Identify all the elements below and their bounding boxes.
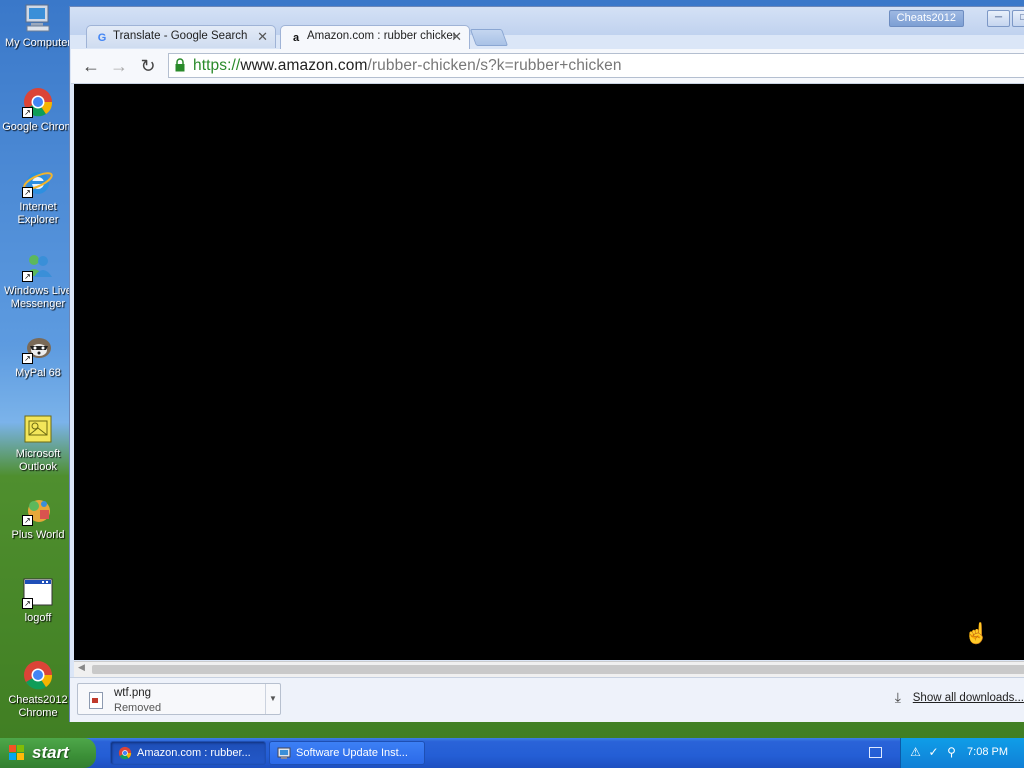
start-label: start [32,743,69,762]
outlook-icon [22,413,54,445]
desktop-icon-microsoft-outlook[interactable]: Microsoft Outlook [0,413,76,474]
installer-icon [277,747,291,759]
network-icon[interactable]: ⚠ [909,746,922,759]
forward-button[interactable]: → [108,55,130,77]
desktop-icon-label: MyPal 68 [15,367,61,379]
my-computer-icon [22,2,54,34]
tab-title: Translate - Google Search [113,30,248,42]
taskbar-button-amazon[interactable]: Amazon.com : rubber... [110,741,266,765]
plus-world-icon: ↗ [22,494,54,526]
close-tab-icon[interactable]: ✕ [257,29,268,45]
taskbar-button-label: Software Update Inst... [296,747,408,759]
google-icon: G [97,32,107,44]
shortcut-arrow-icon: ↗ [22,107,33,118]
reload-icon: ↻ [140,56,156,76]
amazon-icon: a [292,32,300,44]
download-icon: ⤓ [894,689,901,705]
desktop-icon-plus-world[interactable]: ↗ Plus World [0,494,76,542]
download-filename: wtf.png [114,687,152,699]
maximize-button[interactable]: □ [1012,10,1024,27]
chrome-icon [118,746,132,760]
minimize-icon: ─ [994,12,1003,23]
shortcut-arrow-icon: ↗ [22,271,33,282]
desktop-icon-my-computer[interactable]: My Computer [0,2,76,50]
desktop-icon-label: My Computer [4,37,72,49]
desktop-icon-windows-live-messenger[interactable]: ↗ Windows Live Messenger [0,250,76,311]
shortcut-arrow-icon: ↗ [22,598,33,609]
desktop-icon-mypal[interactable]: ↗ MyPal 68 [0,332,76,380]
maximize-icon: □ [1020,12,1024,23]
url-host: www.amazon.com [240,57,368,74]
tab-title: Amazon.com : rubber chicken [307,30,455,42]
internet-explorer-icon: ↗ [22,166,54,198]
image-file-icon [89,692,103,709]
desktop-icon-label: Cheats2012 Chrome [8,694,68,719]
download-item[interactable]: wtf.png Removed ▼ [77,683,281,715]
address-bar[interactable]: https://www.amazon.com/rubber-chicken/s?… [168,53,1024,78]
forward-arrow-icon: → [110,56,128,76]
shortcut-arrow-icon: ↗ [22,187,33,198]
lock-icon [175,58,185,72]
download-status: Removed [114,702,162,714]
desktop-icon-label: Windows Live Messenger [4,285,72,310]
desktop-icon-internet-explorer[interactable]: ↗ Internet Explorer [0,166,76,227]
desktop-icon-label: Internet Explorer [17,201,59,226]
download-menu-chevron-icon[interactable]: ▼ [265,684,280,714]
taskbar: start Amazon.com : rubber... Software Up… [0,738,1024,768]
close-tab-icon[interactable]: ✕ [451,29,462,45]
search-icon[interactable]: ⚲ [945,746,958,759]
url-path: /rubber-chicken/s?k=rubber+chicken [367,57,622,74]
back-arrow-icon: ← [82,56,100,76]
browser-toolbar: ← → ↻ https://www.amazon.com/rubber-chic… [71,49,1024,84]
desktop-icon-cheats2012-chrome[interactable]: Cheats2012 Chrome [0,659,76,720]
messenger-icon: ↗ [22,250,54,282]
url-scheme: https:// [193,57,241,74]
shortcut-arrow-icon: ↗ [22,353,33,364]
taskbar-button-software-update[interactable]: Software Update Inst... [269,741,425,765]
horizontal-scrollbar[interactable]: ◀ [74,661,1024,677]
scrollbar-thumb[interactable] [92,665,1024,674]
reload-button[interactable]: ↻ [137,55,159,77]
start-button[interactable]: start [0,738,96,768]
logoff-icon: ↗ [22,577,54,609]
hand-cursor-icon: ☝ [964,623,989,645]
chrome-icon [22,659,54,691]
keyboard-icon[interactable] [869,747,882,758]
url-text: https://www.amazon.com/rubber-chicken/s?… [193,57,622,75]
minimize-button[interactable]: ─ [987,10,1010,27]
scroll-left-icon[interactable]: ◀ [78,662,85,673]
desktop-icon-google-chrome[interactable]: ↗ Google Chrom [0,86,76,134]
desktop-icon-logoff[interactable]: ↗ logoff [0,577,76,625]
page-content[interactable]: ☝ [74,84,1024,660]
security-shield-icon[interactable]: ✓ [927,746,940,759]
tab-translate[interactable]: G Translate - Google Search ✕ [86,25,276,48]
desktop-icon-label: logoff [24,612,52,624]
system-tray: ⚠ ✓ ⚲ 7:08 PM [900,738,1024,768]
windows-logo-icon [9,745,25,761]
download-shelf: wtf.png Removed ▼ ⤓ Show all downloads..… [70,677,1024,722]
clock: 7:08 PM [967,746,1008,758]
show-all-downloads-link[interactable]: Show all downloads... [913,692,1024,704]
desktop-icon-label: Google Chrom [2,121,74,133]
profile-button[interactable]: Cheats2012 [888,10,964,27]
new-tab-button[interactable] [469,29,509,46]
taskbar-button-label: Amazon.com : rubber... [137,747,251,759]
mypal-icon: ↗ [22,332,54,364]
desktop-icon-label: Microsoft Outlook [15,448,61,473]
desktop-icon-label: Plus World [11,529,65,541]
chrome-icon: ↗ [22,86,54,118]
shortcut-arrow-icon: ↗ [22,515,33,526]
back-button[interactable]: ← [80,55,102,77]
tab-amazon[interactable]: a Amazon.com : rubber chicken ✕ [280,25,470,49]
browser-window: Cheats2012 ─ □ G Translate - Google Sear… [69,6,1024,722]
